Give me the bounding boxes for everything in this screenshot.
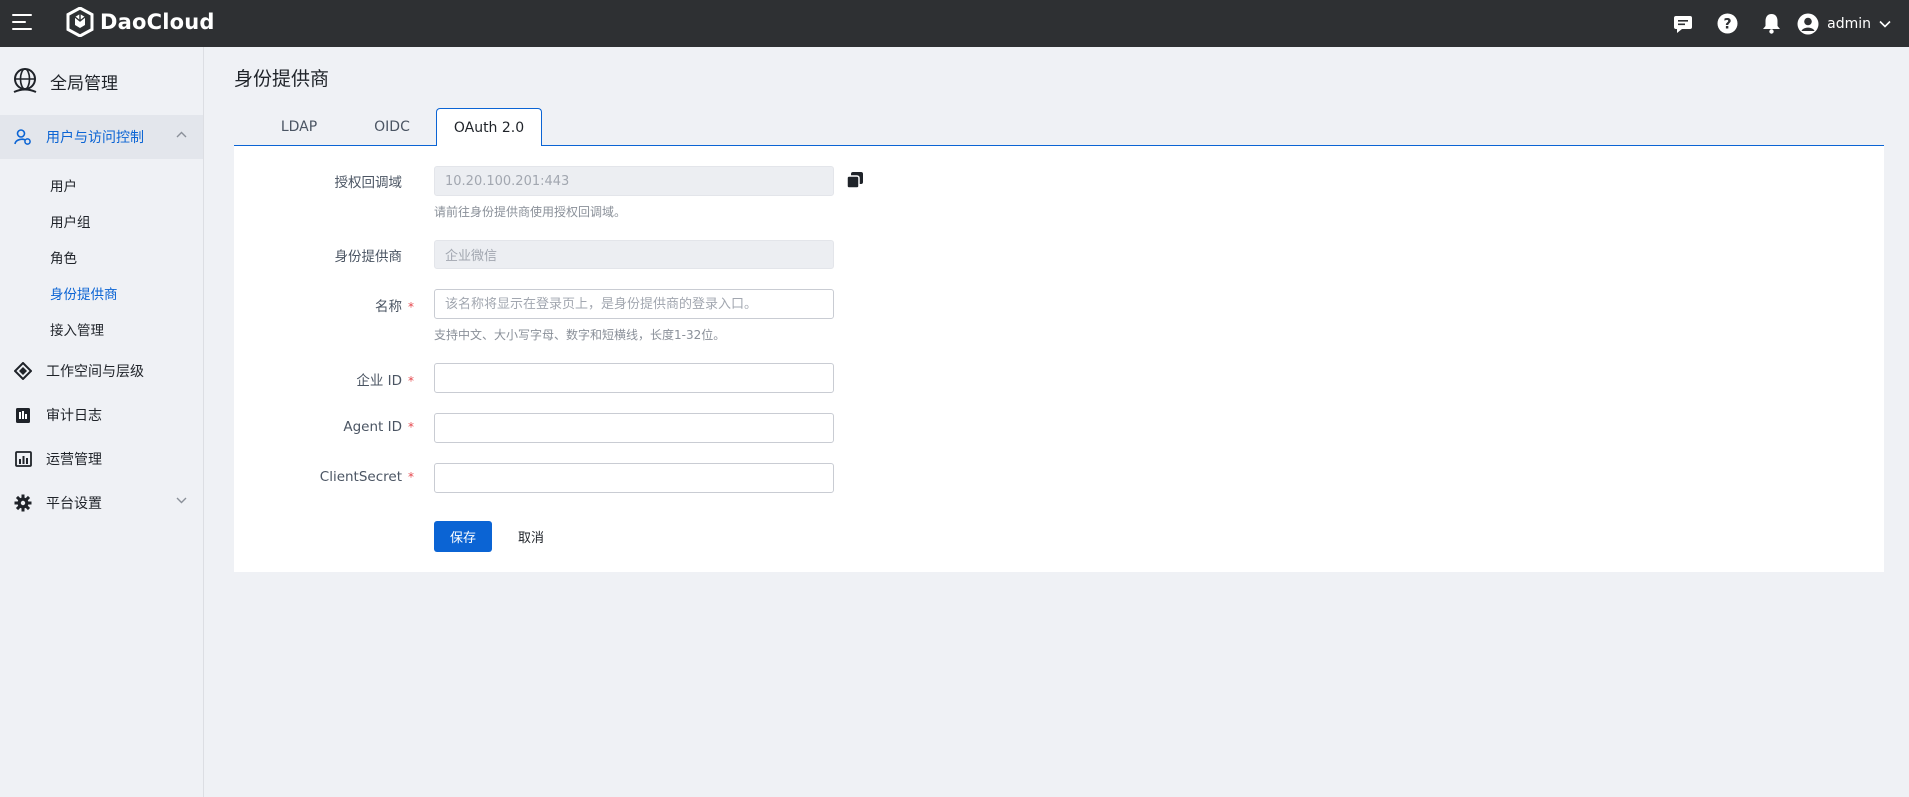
sidebar-item-users[interactable]: 用户 [0, 167, 203, 203]
sidebar-group-label: 平台设置 [46, 496, 102, 512]
menu-icon[interactable] [12, 14, 32, 32]
cancel-button[interactable]: 取消 [512, 521, 550, 552]
workspace-icon [14, 362, 32, 380]
copy-icon[interactable] [846, 171, 864, 189]
user-avatar-icon [1797, 13, 1819, 34]
corp-id-input[interactable] [434, 363, 834, 393]
name-hint: 支持中文、大小写字母、数字和短横线，长度1-32位。 [434, 328, 726, 342]
client-secret-label: ClientSecret * [319, 469, 414, 485]
settings-icon [14, 494, 32, 512]
name-input[interactable] [434, 289, 834, 319]
brand-logo[interactable]: DaoCloud [66, 7, 215, 37]
sidebar-header: 全局管理 [0, 47, 203, 115]
sidebar-item-user-groups[interactable]: 用户组 [0, 203, 203, 239]
tab-oauth2[interactable]: OAuth 2.0 [436, 108, 542, 147]
sidebar-group-settings[interactable]: 平台设置 [0, 481, 203, 525]
agent-id-input[interactable] [434, 413, 834, 443]
sidebar-group-user-access[interactable]: 用户与访问控制 [0, 115, 203, 159]
chevron-down-icon [176, 497, 187, 504]
chevron-up-icon [176, 131, 187, 138]
sidebar-group-label: 工作空间与层级 [46, 364, 144, 380]
save-button[interactable]: 保存 [434, 521, 492, 552]
callback-domain-label: 授权回调域 [334, 175, 403, 191]
sidebar-group-operations[interactable]: 运营管理 [0, 437, 203, 481]
sidebar-item-roles[interactable]: 角色 [0, 239, 203, 275]
brand-name: DaoCloud [100, 10, 215, 34]
agent-id-label: Agent ID * [343, 419, 414, 435]
name-label: 名称 * [375, 299, 414, 315]
sidebar-group-audit-log[interactable]: 审计日志 [0, 393, 203, 437]
audit-log-icon [14, 406, 32, 424]
client-secret-input[interactable] [434, 463, 834, 493]
sidebar-item-identity-providers[interactable]: 身份提供商 [0, 275, 203, 311]
tab-oidc[interactable]: OIDC [350, 108, 434, 146]
user-menu[interactable]: admin [1797, 13, 1891, 35]
chevron-down-icon [1879, 20, 1891, 28]
svg-text:?: ? [1723, 17, 1731, 33]
callback-domain-field: 10.20.100.201:443 [434, 166, 834, 196]
top-bar: DaoCloud ? admin [0, 0, 1909, 47]
daocloud-logo-icon [66, 7, 94, 37]
identity-provider-field: 企业微信 [434, 240, 834, 269]
sidebar-item-access-management[interactable]: 接入管理 [0, 311, 203, 347]
tab-bar: LDAP OIDC OAuth 2.0 [234, 108, 1884, 147]
globe-icon [13, 68, 37, 93]
identity-provider-label: 身份提供商 [334, 249, 403, 265]
sidebar: 全局管理 用户与访问控制 用户 用户组 角色 身份提供商 接入管理 工作空间与层… [0, 47, 204, 797]
sidebar-group-workspace[interactable]: 工作空间与层级 [0, 349, 203, 393]
callback-domain-hint: 请前往身份提供商使用授权回调域。 [434, 205, 627, 219]
page-title: 身份提供商 [234, 68, 330, 90]
bell-icon[interactable] [1749, 0, 1793, 47]
help-icon[interactable]: ? [1705, 0, 1749, 47]
sidebar-title: 全局管理 [50, 73, 118, 94]
sidebar-group-label: 审计日志 [46, 408, 102, 424]
sidebar-group-label: 用户与访问控制 [46, 130, 144, 146]
corp-id-label: 企业 ID * [356, 373, 414, 389]
operations-icon [14, 450, 32, 468]
message-icon[interactable] [1661, 0, 1705, 47]
tab-ldap[interactable]: LDAP [258, 108, 340, 146]
sidebar-group-label: 运营管理 [46, 452, 102, 468]
user-name: admin [1827, 15, 1871, 32]
user-access-icon [14, 128, 32, 146]
